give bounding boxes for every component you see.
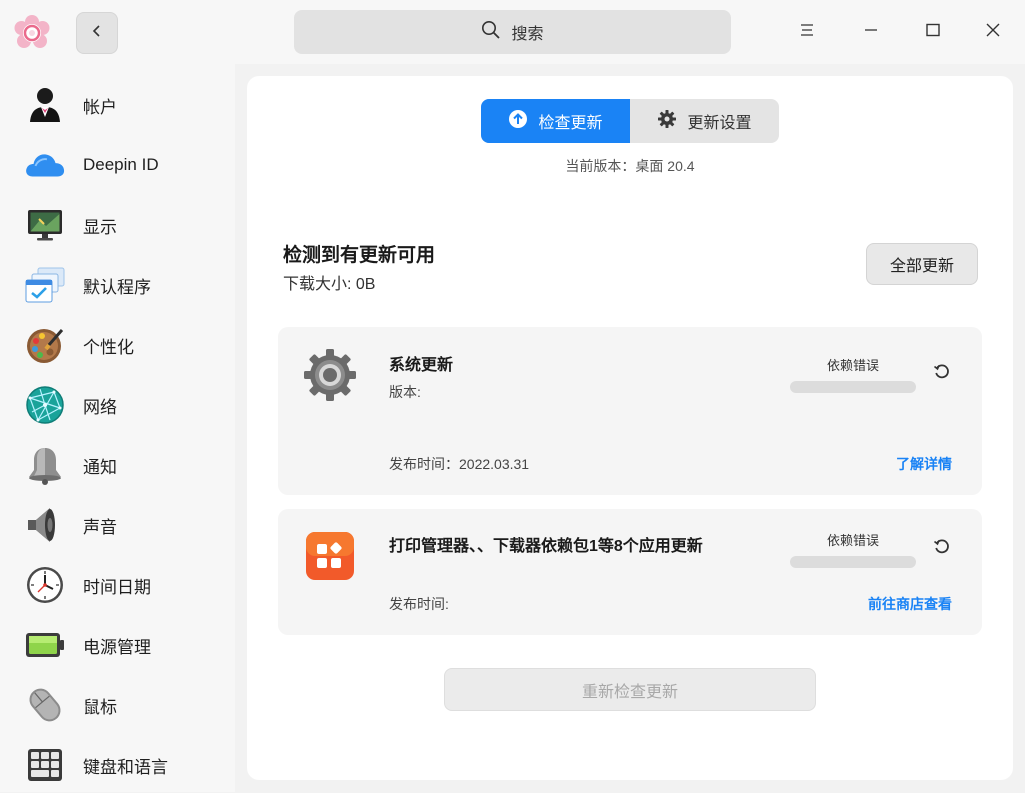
update-panel: 检查更新 更新设置 当前版本：桌面 20.4 检测到有更新可用 下载大小: 0B…: [247, 76, 1013, 780]
minimize-icon: [863, 22, 879, 43]
sidebar-item-sound[interactable]: 声音: [0, 497, 235, 553]
sidebar-item-default-apps[interactable]: 默认程序: [0, 257, 235, 313]
retry-button[interactable]: [930, 537, 954, 561]
keyboard-icon: [24, 744, 66, 786]
tab-check-updates[interactable]: 检查更新: [481, 99, 630, 143]
gear-icon: [657, 109, 677, 134]
sidebar-item-label: 电源管理: [83, 637, 151, 657]
status-label: 依赖错误: [826, 358, 879, 373]
release-date: 发布时间：2022.03.31: [389, 456, 530, 472]
sidebar-item-label: 显示: [83, 217, 117, 237]
battery-icon: [24, 624, 66, 666]
menu-icon: [799, 23, 815, 42]
tab-label: 更新设置: [687, 115, 752, 132]
menu-button[interactable]: [793, 18, 821, 46]
release-date: 发布时间:: [389, 596, 449, 612]
updates-available-title: 检测到有更新可用: [283, 245, 436, 266]
update-version: 版本:: [389, 384, 421, 400]
sidebar-item-label: 鼠标: [83, 697, 117, 717]
sidebar-item-label: 网络: [83, 397, 117, 417]
tab-label: 检查更新: [538, 115, 603, 132]
download-size: 下载大小: 0B: [283, 276, 376, 293]
progress-bar: [790, 381, 916, 393]
sidebar-item-label: 个性化: [83, 337, 134, 357]
sidebar-item-label: 帐户: [83, 97, 117, 117]
search-input[interactable]: 搜索: [294, 10, 731, 54]
sidebar-item-label: 键盘和语言: [83, 757, 168, 777]
update-card-system: 系统更新 版本: 发布时间：2022.03.31 依赖错误 了解详情: [278, 327, 982, 495]
sidebar-item-label: 时间日期: [83, 577, 151, 597]
sidebar-item-keyboard-language[interactable]: 键盘和语言: [0, 737, 235, 793]
account-icon: [24, 84, 66, 126]
sidebar-item-mouse[interactable]: 鼠标: [0, 677, 235, 733]
settings-flower-icon: [13, 14, 51, 52]
default-apps-icon: [24, 264, 66, 306]
mouse-icon: [24, 684, 66, 726]
update-name: 系统更新: [389, 357, 454, 374]
cloud-icon: [24, 144, 66, 186]
network-globe-icon: [24, 384, 66, 426]
sidebar-item-notifications[interactable]: 通知: [0, 437, 235, 493]
sidebar-item-label: 通知: [83, 457, 117, 477]
sidebar-item-label: Deepin ID: [83, 155, 159, 174]
display-icon: [24, 204, 66, 246]
refresh-icon: [933, 538, 951, 561]
minimize-button[interactable]: [857, 18, 885, 46]
maximize-icon: [925, 22, 941, 43]
app-store-link[interactable]: 前往商店查看: [868, 594, 952, 614]
back-button[interactable]: [76, 12, 118, 54]
chevron-left-icon: [90, 24, 104, 43]
close-icon: [985, 22, 1001, 43]
progress-bar: [790, 556, 916, 568]
palette-icon: [24, 324, 66, 366]
sidebar-item-label: 声音: [83, 517, 117, 537]
speaker-icon: [24, 504, 66, 546]
update-tabs: 检查更新 更新设置: [481, 99, 779, 143]
current-version: 当前版本：桌面 20.4: [565, 158, 695, 174]
upload-circle-icon: [508, 109, 528, 134]
sidebar-item-label: 默认程序: [83, 277, 151, 297]
system-gear-icon: [302, 347, 358, 408]
sidebar-item-network[interactable]: 网络: [0, 377, 235, 433]
clock-icon: [24, 564, 66, 606]
sidebar-item-account[interactable]: 帐户: [0, 77, 235, 133]
update-name: 打印管理器、、下载器依赖包1等8个应用更新: [389, 538, 703, 555]
status-label: 依赖错误: [826, 533, 879, 548]
title-bar: 搜索: [0, 0, 1025, 64]
recheck-updates-button[interactable]: 重新检查更新: [444, 668, 816, 711]
maximize-button[interactable]: [919, 18, 947, 46]
bell-icon: [24, 444, 66, 486]
tab-update-settings[interactable]: 更新设置: [630, 99, 779, 143]
refresh-icon: [933, 363, 951, 386]
sidebar-item-time-date[interactable]: 时间日期: [0, 557, 235, 613]
close-button[interactable]: [979, 18, 1007, 46]
retry-button[interactable]: [930, 362, 954, 386]
update-card-apps: 打印管理器、、下载器依赖包1等8个应用更新 发布时间: 依赖错误 前往商店查看: [278, 509, 982, 635]
search-icon: [481, 20, 501, 45]
update-all-button[interactable]: 全部更新: [866, 243, 978, 285]
app-store-icon: [305, 531, 355, 586]
search-placeholder: 搜索: [511, 26, 544, 43]
sidebar: 帐户 Deepin ID 显示 默认程序 个性化 网络 通知 声音 时间日期 电…: [0, 64, 235, 792]
sidebar-item-power[interactable]: 电源管理: [0, 617, 235, 673]
sidebar-item-display[interactable]: 显示: [0, 197, 235, 253]
sidebar-item-deepin-id[interactable]: Deepin ID: [0, 137, 235, 193]
learn-more-link[interactable]: 了解详情: [896, 454, 952, 474]
sidebar-item-personalization[interactable]: 个性化: [0, 317, 235, 373]
